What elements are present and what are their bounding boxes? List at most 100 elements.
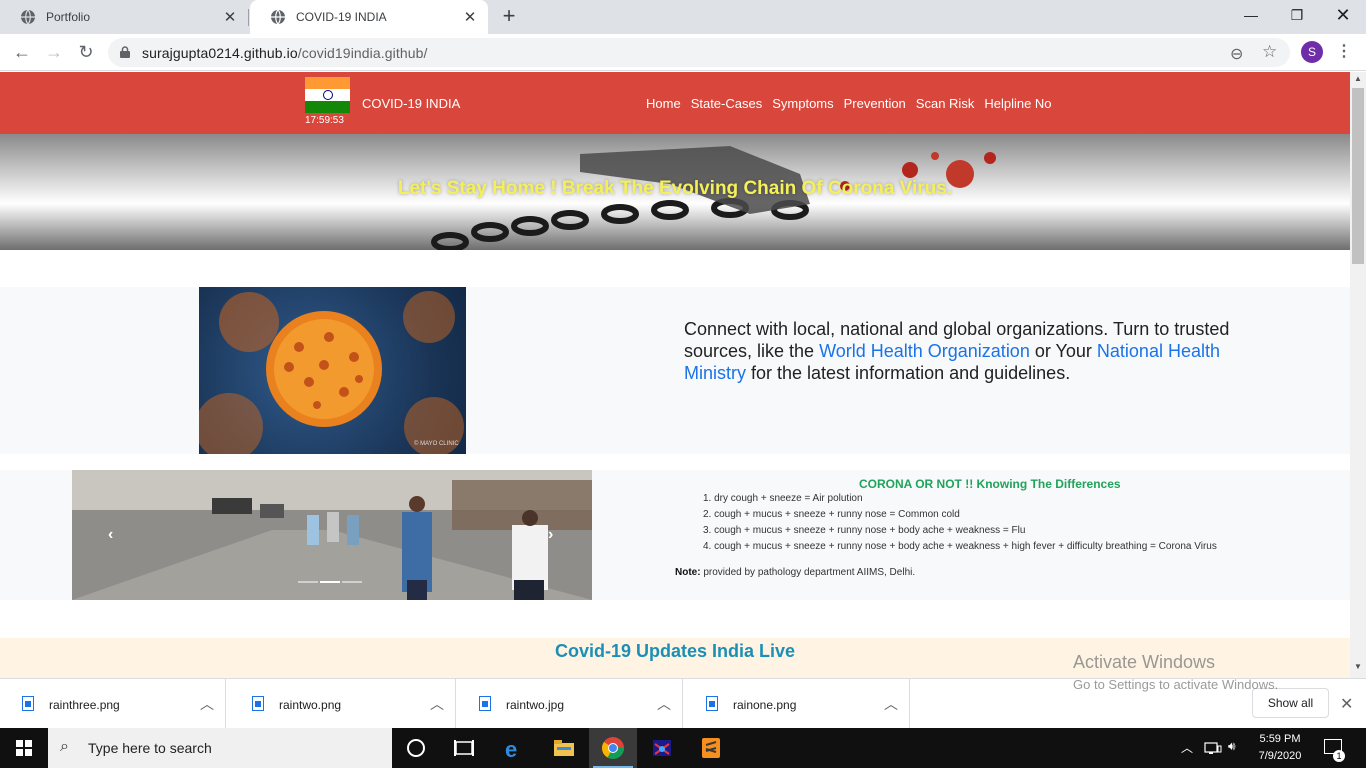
- info-section: © MAYO CLINIC Connect with local, nation…: [0, 287, 1350, 454]
- nav-symptoms[interactable]: Symptoms: [772, 96, 833, 111]
- restore-button[interactable]: ❐: [1274, 0, 1320, 30]
- info-text-3: for the latest information and guideline…: [746, 363, 1071, 383]
- notification-badge: 1: [1333, 750, 1345, 762]
- site-navbar: 17:59:53 COVID-19 INDIA Home State-Cases…: [0, 72, 1350, 134]
- carousel-next-icon[interactable]: ›: [548, 526, 553, 544]
- sublime-text-icon[interactable]: [687, 728, 735, 768]
- browser-tab-strip: Portfolio ✕ COVID-19 INDIA ✕ + — ❐ ✕: [0, 0, 1366, 34]
- carousel-indicator[interactable]: [298, 581, 318, 583]
- download-item[interactable]: raintwo.jpg ︿: [457, 679, 683, 729]
- clock-time: 5:59 PM: [1259, 733, 1301, 745]
- image-file-icon: [706, 696, 718, 711]
- page-scrollbar[interactable]: ▲ ▼: [1350, 72, 1366, 678]
- task-view-icon[interactable]: [440, 728, 488, 768]
- updates-title: Covid-19 Updates India Live: [554, 641, 796, 661]
- list-item-number: 2.: [703, 509, 712, 520]
- taskbar-search[interactable]: ⌕ Type here to search: [48, 728, 392, 768]
- hero-banner: Let's Stay Home ! Break The Evolving Cha…: [0, 134, 1350, 250]
- new-tab-button[interactable]: +: [498, 5, 520, 27]
- list-item-text: cough + mucus + sneeze + runny nose + bo…: [714, 525, 1026, 536]
- scroll-up-arrow-icon[interactable]: ▲: [1350, 74, 1366, 88]
- download-filename: raintwo.jpg: [506, 698, 565, 712]
- start-button[interactable]: [0, 728, 48, 768]
- chevron-up-icon[interactable]: ︿: [1181, 739, 1193, 768]
- zoom-icon[interactable]: ⊖: [1230, 44, 1243, 64]
- file-explorer-icon[interactable]: [540, 728, 588, 768]
- list-item-number: 4.: [703, 541, 712, 552]
- chevron-up-icon[interactable]: ︿: [657, 694, 671, 714]
- hero-headline: Let's Stay Home ! Break The Evolving Cha…: [397, 178, 953, 199]
- globe-icon: [21, 9, 35, 25]
- url-path: /covid19india.github/: [297, 45, 428, 61]
- scroll-down-arrow-icon[interactable]: ▼: [1350, 662, 1366, 676]
- live-clock: 17:59:53: [305, 115, 344, 126]
- download-item[interactable]: rainthree.png ︿: [0, 679, 226, 729]
- carousel-prev-icon[interactable]: ‹: [108, 526, 113, 544]
- tab-close-icon[interactable]: ✕: [462, 8, 478, 26]
- clock-date: 7/9/2020: [1258, 750, 1302, 762]
- site-brand[interactable]: COVID-19 INDIA: [362, 96, 460, 111]
- taskbar-clock[interactable]: 5:59 PM 7/9/2020: [1252, 731, 1308, 765]
- carousel-indicators: [298, 581, 362, 583]
- cortana-icon[interactable]: [392, 728, 440, 768]
- close-icon[interactable]: ✕: [1340, 694, 1353, 714]
- lock-icon: [120, 46, 130, 58]
- back-arrow-icon[interactable]: ←: [12, 42, 32, 62]
- download-item[interactable]: raintwo.png ︿: [230, 679, 456, 729]
- updates-section: Covid-19 Updates India Live: [0, 638, 1350, 678]
- nav-prevention[interactable]: Prevention: [844, 96, 906, 111]
- list-item-text: dry cough + sneeze = Air polution: [714, 493, 863, 504]
- search-placeholder: Type here to search: [88, 740, 212, 756]
- image-carousel[interactable]: ‹ ›: [72, 470, 592, 600]
- image-file-icon: [252, 696, 264, 711]
- chevron-up-icon[interactable]: ︿: [884, 694, 898, 714]
- note-label: Note:: [675, 567, 701, 578]
- list-item: 3. cough + mucus + sneeze + runny nose +…: [703, 523, 1217, 539]
- differences-title: CORONA OR NOT !! Knowing The Differences: [859, 477, 1121, 491]
- image-file-icon: [479, 696, 491, 711]
- download-item[interactable]: rainone.png ︿: [684, 679, 910, 729]
- tab-covid-india[interactable]: COVID-19 INDIA ✕: [250, 0, 488, 34]
- browser-toolbar: ← → ↻ surajgupta0214.github.io/covid19in…: [0, 34, 1366, 71]
- forward-arrow-icon[interactable]: →: [44, 42, 64, 62]
- bookmark-star-icon[interactable]: ☆: [1262, 42, 1277, 62]
- network-icon[interactable]: [1204, 740, 1222, 768]
- differences-note: Note: provided by pathology department A…: [675, 567, 915, 578]
- volume-icon[interactable]: 🔊︎: [1228, 739, 1236, 768]
- scrollbar-thumb[interactable]: [1352, 88, 1364, 264]
- minimize-button[interactable]: —: [1228, 0, 1274, 30]
- image-caption: © MAYO CLINIC: [414, 440, 459, 447]
- svg-text:e: e: [505, 737, 517, 760]
- show-all-button[interactable]: Show all: [1252, 688, 1329, 718]
- carousel-indicator[interactable]: [342, 581, 362, 583]
- tab-portfolio[interactable]: Portfolio ✕: [0, 0, 248, 34]
- game-app-icon[interactable]: [638, 728, 686, 768]
- profile-avatar[interactable]: S: [1301, 41, 1323, 63]
- download-filename: rainthree.png: [49, 698, 120, 712]
- chevron-up-icon[interactable]: ︿: [200, 694, 214, 714]
- india-flag-icon: [305, 77, 350, 113]
- list-item-number: 1.: [703, 493, 712, 504]
- image-file-icon: [22, 696, 34, 711]
- edge-browser-icon[interactable]: e: [490, 728, 538, 768]
- tab-separator: [248, 9, 249, 26]
- list-item: 4. cough + mucus + sneeze + runny nose +…: [703, 539, 1217, 555]
- nav-helpline[interactable]: Helpline No: [984, 96, 1051, 111]
- download-filename: raintwo.png: [279, 698, 342, 712]
- chevron-up-icon[interactable]: ︿: [430, 694, 444, 714]
- close-window-button[interactable]: ✕: [1320, 0, 1366, 30]
- nav-state-cases[interactable]: State-Cases: [691, 96, 763, 111]
- chrome-icon[interactable]: [589, 728, 637, 768]
- who-link[interactable]: World Health Organization: [819, 341, 1030, 361]
- nav-scan-risk[interactable]: Scan Risk: [916, 96, 975, 111]
- tab-title: Portfolio: [46, 10, 91, 24]
- browser-menu-icon[interactable]: ⋮: [1336, 42, 1352, 62]
- address-bar[interactable]: surajgupta0214.github.io/covid19india.gi…: [108, 38, 1290, 67]
- note-text: provided by pathology department AIIMS, …: [700, 567, 916, 578]
- carousel-indicator[interactable]: [320, 581, 340, 583]
- tab-close-icon[interactable]: ✕: [222, 8, 238, 26]
- nav-home[interactable]: Home: [646, 96, 681, 111]
- info-paragraph: Connect with local, national and global …: [684, 318, 1284, 384]
- reload-icon[interactable]: ↻: [76, 42, 96, 62]
- globe-icon: [271, 9, 285, 25]
